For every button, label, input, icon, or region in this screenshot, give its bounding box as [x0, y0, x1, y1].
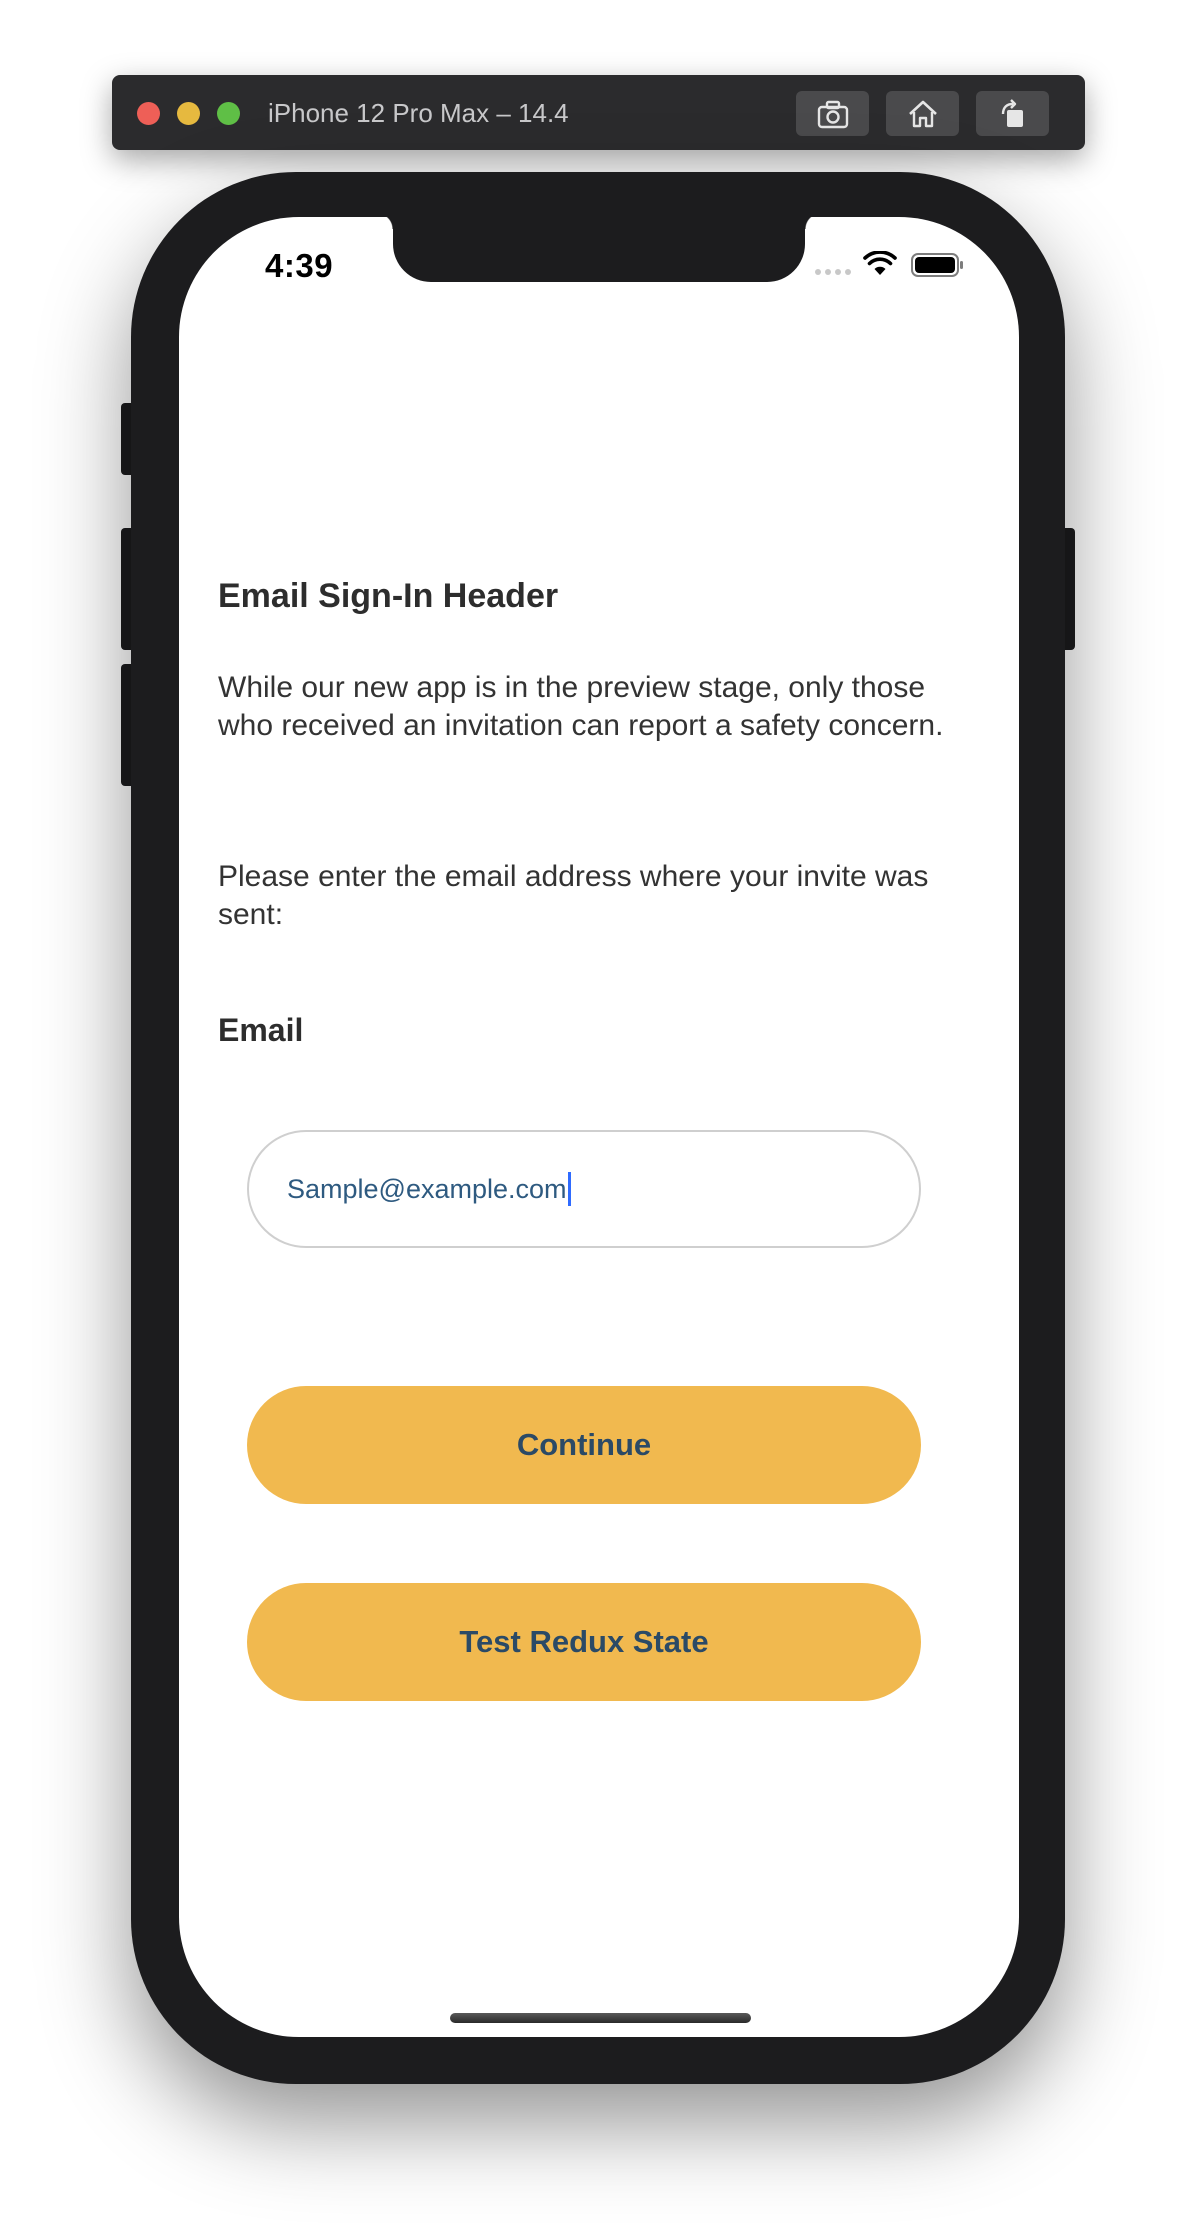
test-redux-state-button[interactable]: Test Redux State [247, 1583, 921, 1701]
rotate-icon [1001, 98, 1023, 127]
email-label: Email [218, 1012, 304, 1048]
phone-screen: 4:39 Email Sign-In Header While our new … [179, 217, 1019, 2037]
intro-paragraph: While our new app is in the preview stag… [218, 671, 944, 742]
battery-icon [911, 253, 963, 277]
simulator-toolbar: iPhone 12 Pro Max – 14.4 [112, 75, 1085, 150]
stage: iPhone 12 Pro Max – 14.4 4:39 Email Sign… [0, 0, 1196, 2232]
simulator-title: iPhone 12 Pro Max – 14.4 [268, 98, 569, 128]
continue-button[interactable]: Continue [247, 1386, 921, 1504]
home-button[interactable] [886, 91, 959, 136]
screenshot-button[interactable] [796, 91, 869, 136]
screenshot-icon [817, 100, 848, 128]
minimize-window-button[interactable] [177, 102, 200, 125]
rotate-button[interactable] [976, 91, 1049, 136]
cellular-signal-icon [815, 269, 851, 275]
page-title: Email Sign-In Header [218, 577, 559, 615]
status-time: 4:39 [265, 247, 334, 284]
notch [377, 217, 821, 282]
wifi-icon [863, 251, 897, 275]
text-caret [567, 1172, 571, 1206]
zoom-window-button[interactable] [217, 102, 240, 125]
home-indicator[interactable] [450, 2013, 751, 2023]
instruction-paragraph: Please enter the email address where you… [218, 860, 929, 931]
home-icon [908, 100, 937, 127]
close-window-button[interactable] [137, 102, 160, 125]
email-input[interactable]: Sample@example.com [247, 1130, 921, 1248]
email-input-value: Sample@example.com [287, 1173, 567, 1204]
